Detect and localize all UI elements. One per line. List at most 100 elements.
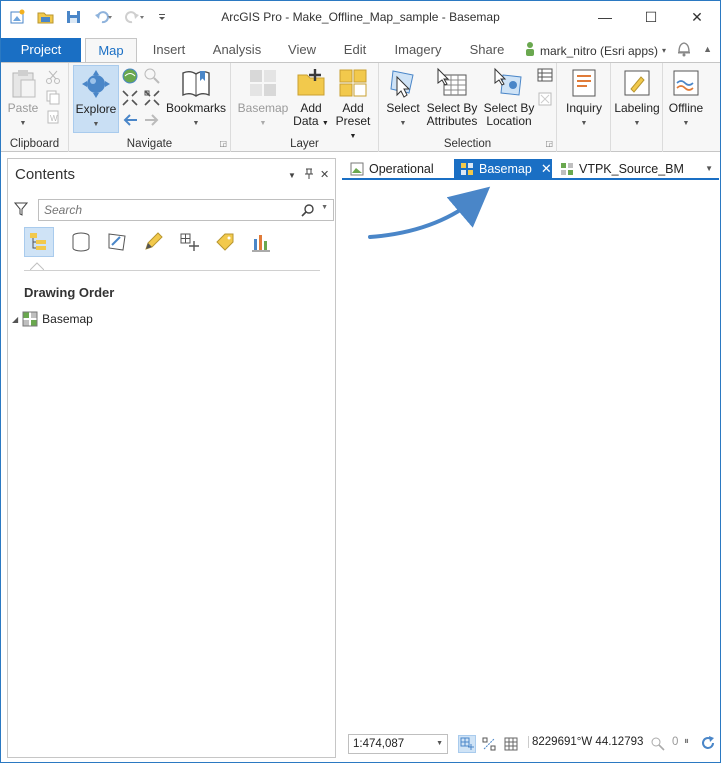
tab-share[interactable]: Share — [459, 38, 515, 62]
list-by-charts-button[interactable] — [246, 227, 276, 257]
zoom-tool-icon[interactable] — [143, 67, 161, 88]
explore-button[interactable]: Explore ▼ — [73, 65, 119, 133]
labeling-button[interactable]: Labeling ▼ — [611, 67, 663, 130]
tab-map[interactable]: Map — [85, 38, 137, 63]
inquiry-icon — [572, 69, 596, 97]
label-tag-icon — [216, 233, 234, 251]
pause-drawing-icon[interactable]: ⏸ — [684, 736, 689, 747]
maximize-button[interactable]: ☐ — [628, 1, 674, 33]
scale-value: 1:474,087 — [353, 738, 405, 750]
paste-button[interactable]: Paste ▼ — [5, 67, 41, 130]
user-icon — [524, 41, 536, 60]
group-navigate: Explore ▼ Bookmarks ▼ Navigate ◲ — [69, 63, 231, 152]
bookmarks-button[interactable]: Bookmarks ▼ — [165, 67, 227, 130]
select-icon — [390, 70, 414, 98]
tab-view[interactable]: View — [279, 38, 325, 62]
add-data-button[interactable]: Add Data ▼ — [291, 67, 331, 130]
fixed-zoom-out-icon[interactable] — [143, 89, 161, 110]
select-by-attributes-label-2: Attributes — [426, 114, 478, 128]
scale-selector[interactable]: 1:474,087 ▼ — [348, 734, 448, 754]
chevron-down-icon: ▼ — [399, 120, 407, 127]
list-by-data-source-button[interactable] — [66, 227, 96, 257]
refresh-icon[interactable] — [700, 735, 716, 754]
pane-options-icon[interactable]: ▼ — [288, 171, 296, 180]
full-extent-icon[interactable] — [121, 67, 139, 88]
list-by-selection-button[interactable] — [102, 227, 132, 257]
list-by-labeling-button[interactable] — [210, 227, 240, 257]
layer-name: Basemap — [42, 312, 93, 326]
search-icon[interactable] — [301, 203, 315, 220]
chevron-down-icon: ▼ — [92, 121, 100, 128]
collapse-ribbon-icon[interactable]: ▲ — [703, 44, 712, 54]
chevron-down-icon: ▼ — [633, 120, 641, 127]
dialog-launcher-icon[interactable]: ◲ — [545, 139, 553, 148]
basemap-button[interactable]: Basemap ▼ — [235, 67, 291, 130]
layer-item-basemap[interactable]: ◢ Basemap — [12, 311, 93, 327]
add-preset-button[interactable]: Add Preset ▼ — [331, 67, 375, 143]
map-tab-basemap[interactable]: Basemap ✕ — [454, 159, 552, 179]
select-by-location-icon — [494, 67, 522, 96]
map-tab-label: Operational — [369, 162, 434, 176]
close-pane-icon[interactable]: ✕ — [320, 168, 329, 181]
bookmarks-icon — [182, 71, 210, 97]
labeling-icon — [624, 70, 650, 96]
notifications-bell-icon[interactable] — [676, 39, 692, 57]
select-by-location-button[interactable]: Select By Location — [481, 67, 537, 128]
list-by-editing-button[interactable] — [138, 227, 168, 257]
chevron-down-icon: ▾ — [661, 46, 666, 55]
selection-layer-icon — [108, 233, 126, 251]
map-tab-operational[interactable]: Operational — [344, 159, 444, 179]
tab-edit[interactable]: Edit — [333, 38, 377, 62]
map-tab-label: VTPK_Source_BM — [579, 162, 684, 176]
cursor-coordinates: 8229691°W 44.1279399 — [528, 736, 644, 748]
selection-zoom-icon[interactable] — [650, 736, 666, 755]
close-tab-icon[interactable]: ✕ — [541, 161, 552, 177]
clear-selection-icon[interactable] — [537, 91, 553, 110]
tab-overflow-icon[interactable]: ▼ — [705, 164, 713, 173]
copy-path-icon[interactable]: W — [45, 109, 61, 128]
minimize-button[interactable]: — — [582, 1, 628, 33]
chevron-down-icon: ▼ — [192, 120, 200, 127]
expand-collapse-icon[interactable]: ◢ — [12, 315, 18, 324]
previous-extent-icon[interactable] — [121, 111, 139, 132]
snapping-icon — [180, 233, 199, 251]
list-by-snapping-button[interactable] — [174, 227, 204, 257]
add-data-label-2: Data ▼ — [293, 114, 329, 128]
offline-button[interactable]: Offline ▼ — [663, 67, 709, 130]
add-data-icon — [297, 69, 325, 96]
grid-toggle[interactable] — [502, 735, 520, 753]
map-tab-vtpk-source-bm[interactable]: VTPK_Source_BM — [554, 159, 688, 179]
select-by-attributes-button[interactable]: Select By Attributes — [423, 67, 481, 128]
dynamic-constraints-toggle[interactable] — [480, 735, 498, 753]
dialog-launcher-icon[interactable]: ◲ — [219, 139, 227, 148]
attribute-table-icon[interactable] — [537, 67, 553, 86]
fixed-zoom-in-icon[interactable] — [121, 89, 139, 110]
user-account[interactable]: mark_nitro (Esri apps) ▾ — [524, 41, 666, 60]
list-by-drawing-order-button[interactable] — [24, 227, 54, 257]
group-labeling: Labeling ▼ — [611, 63, 663, 152]
search-input[interactable] — [39, 200, 289, 220]
offline-label: Offline — [668, 101, 704, 115]
group-selection: Select ▼ Select By Attributes Select By … — [379, 63, 557, 152]
window-controls: — ☐ ✕ — [582, 1, 720, 33]
tab-insert[interactable]: Insert — [141, 38, 197, 62]
map-view-tabs: Operational Basemap ✕ VTPK_Source_BM ▼ — [342, 158, 719, 180]
cut-icon[interactable] — [45, 69, 61, 88]
tab-analysis[interactable]: Analysis — [203, 38, 271, 62]
tab-imagery[interactable]: Imagery — [385, 38, 451, 62]
offline-icon — [673, 70, 699, 96]
tab-project[interactable]: Project — [1, 38, 81, 62]
copy-icon[interactable] — [45, 89, 61, 108]
close-button[interactable]: ✕ — [674, 1, 720, 33]
pin-pane-icon[interactable] — [304, 168, 314, 183]
group-layer: Basemap ▼ Add Data ▼ Add Preset ▼ Layer — [231, 63, 379, 152]
inquiry-button[interactable]: Inquiry ▼ — [561, 67, 607, 130]
select-button[interactable]: Select ▼ — [383, 67, 423, 130]
chevron-down-icon[interactable]: ▼ — [321, 204, 328, 211]
next-extent-icon[interactable] — [143, 111, 161, 132]
group-offline: Offline ▼ — [663, 63, 709, 152]
map-navigator-toggle[interactable] — [458, 735, 476, 753]
filter-icon[interactable] — [13, 202, 29, 219]
map-canvas[interactable] — [342, 180, 719, 728]
title-bar: ArcGIS Pro - Make_Offline_Map_sample - B… — [1, 1, 720, 35]
